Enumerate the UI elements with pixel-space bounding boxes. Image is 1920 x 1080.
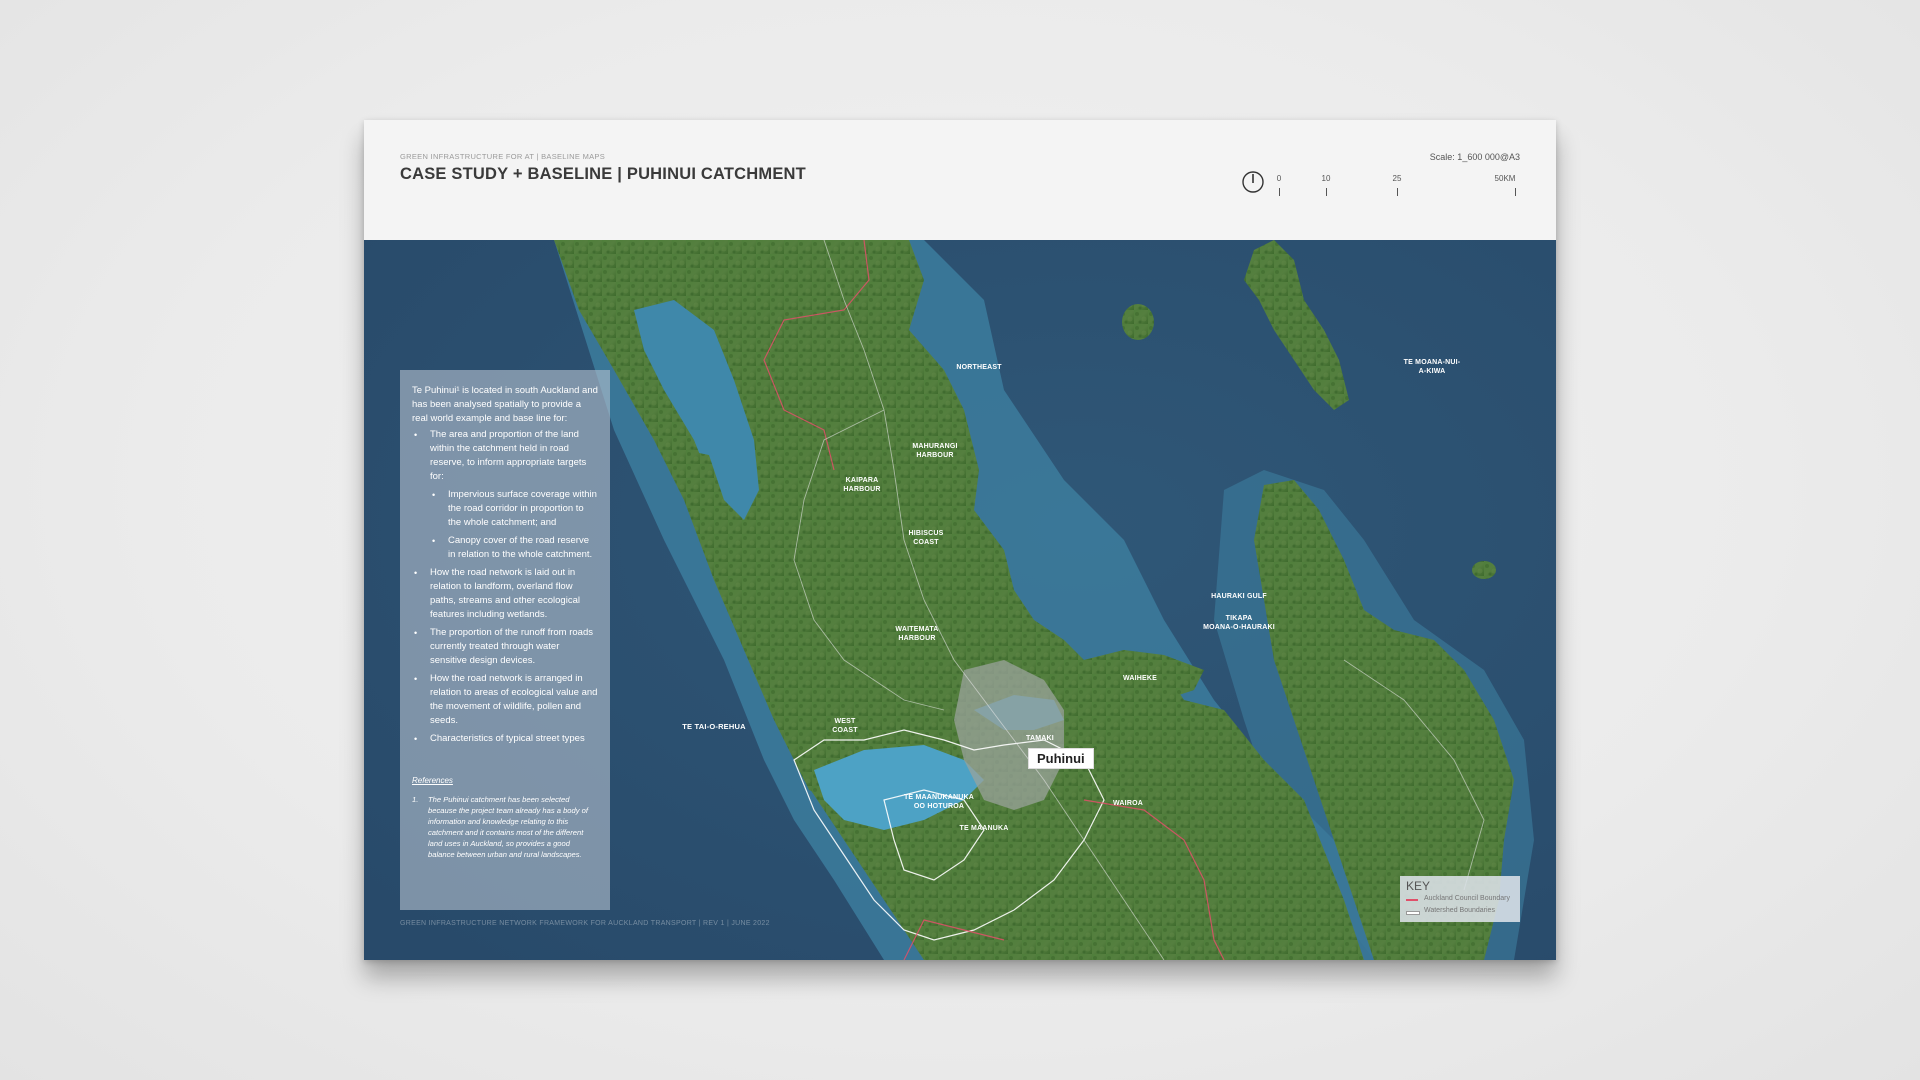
label-wairoa: WAIROA: [1113, 800, 1143, 807]
scale-label-25: 25: [1392, 174, 1402, 183]
label-tasman-sea: TE TAI-O-REHUA: [682, 722, 746, 731]
reference-number: 1.: [412, 795, 419, 804]
list-item: Canopy cover of the road reserve in rela…: [432, 534, 598, 562]
label-mahurangi-harbour: MAHURANGI HARBOUR: [912, 443, 958, 459]
reference-text: The Puhinui catchment has been selected …: [428, 795, 588, 859]
small-island: [1472, 561, 1496, 579]
scale-text: Scale: 1_600 000@A3: [1429, 152, 1520, 162]
list-item: Impervious surface coverage within the r…: [432, 488, 598, 530]
label-kaipara-harbour: KAIPARA HARBOUR: [843, 477, 881, 493]
sheet-subtitle: GREEN INFRASTRUCTURE FOR AT | BASELINE M…: [400, 152, 606, 161]
label-tikapa: TIKAPA MOANA-O-HAURAKI: [1203, 615, 1275, 631]
sheet-header: GREEN INFRASTRUCTURE FOR AT | BASELINE M…: [364, 120, 1556, 240]
label-west-coast: WEST COAST: [832, 718, 858, 734]
references-title: References: [412, 776, 453, 785]
scale-tick: [1279, 188, 1280, 196]
reference-entry: 1. The Puhinui catchment has been select…: [412, 794, 598, 860]
info-panel: Te Puhinui¹ is located in south Auckland…: [400, 370, 610, 910]
intro-text: Te Puhinui¹ is located in south Auckland…: [412, 385, 598, 424]
scale-label-50: 50KM: [1494, 174, 1516, 183]
little-barrier-island: [1122, 304, 1154, 340]
scale-bar: 0 10 25 50KM: [1276, 174, 1520, 204]
sheet-title: CASE STUDY + BASELINE | PUHINUI CATCHMEN…: [400, 165, 806, 183]
label-pacific-ocean: TE MOANA-NUI- A-KIWA: [1403, 359, 1461, 375]
stage: GREEN INFRASTRUCTURE FOR AT | BASELINE M…: [0, 0, 1920, 1080]
scale-label-10: 10: [1321, 174, 1331, 183]
key-item-watershed-boundaries: Watershed Boundaries: [1406, 905, 1514, 917]
scale-tick: [1326, 188, 1327, 196]
list-item: The area and proportion of the land with…: [414, 428, 598, 562]
label-manukau-harbour: TE MAANUKANUKA OO HOTUROA: [903, 794, 975, 810]
label-hibiscus-coast: HIBISCUS COAST: [908, 530, 944, 546]
scale-tick: [1515, 188, 1516, 196]
small-gulf-island: [1030, 648, 1058, 672]
label-waitemata-harbour: WAITEMATA HARBOUR: [895, 626, 939, 642]
scale-tick: [1397, 188, 1398, 196]
council-boundary-swatch: [1406, 899, 1418, 901]
list-item-text: The area and proportion of the land with…: [430, 429, 587, 482]
key-item-council-boundary: Auckland Council Boundary: [1406, 893, 1514, 905]
key-item-label: Watershed Boundaries: [1424, 907, 1495, 914]
list-item: Characteristics of typical street types: [414, 732, 598, 746]
north-arrow-icon: [1242, 171, 1264, 193]
list-item: The proportion of the runoff from roads …: [414, 626, 598, 668]
list-item: How the road network is arranged in rela…: [414, 672, 598, 728]
label-waiheke: WAIHEKE: [1122, 675, 1158, 682]
watershed-swatch: [1406, 911, 1420, 915]
key-item-label: Auckland Council Boundary: [1424, 895, 1510, 902]
label-hauraki-gulf: HAURAKI GULF: [1211, 593, 1267, 600]
map-key: KEY Auckland Council Boundary Watershed …: [1400, 876, 1520, 922]
list-item: How the road network is laid out in rela…: [414, 566, 598, 622]
criteria-list: The area and proportion of the land with…: [412, 428, 598, 746]
sheet-footer: GREEN INFRASTRUCTURE NETWORK FRAMEWORK F…: [400, 920, 770, 927]
puhinui-callout[interactable]: Puhinui: [1028, 748, 1094, 769]
map-sheet: GREEN INFRASTRUCTURE FOR AT | BASELINE M…: [364, 120, 1556, 960]
label-te-maanuka: TE MAANUKA: [959, 825, 1009, 832]
label-northeast: NORTHEAST: [956, 364, 1002, 371]
sub-list: Impervious surface coverage within the r…: [430, 488, 598, 562]
label-tamaki: TAMAKI: [1026, 735, 1054, 742]
scale-label-0: 0: [1276, 174, 1282, 183]
key-title: KEY: [1406, 879, 1431, 893]
